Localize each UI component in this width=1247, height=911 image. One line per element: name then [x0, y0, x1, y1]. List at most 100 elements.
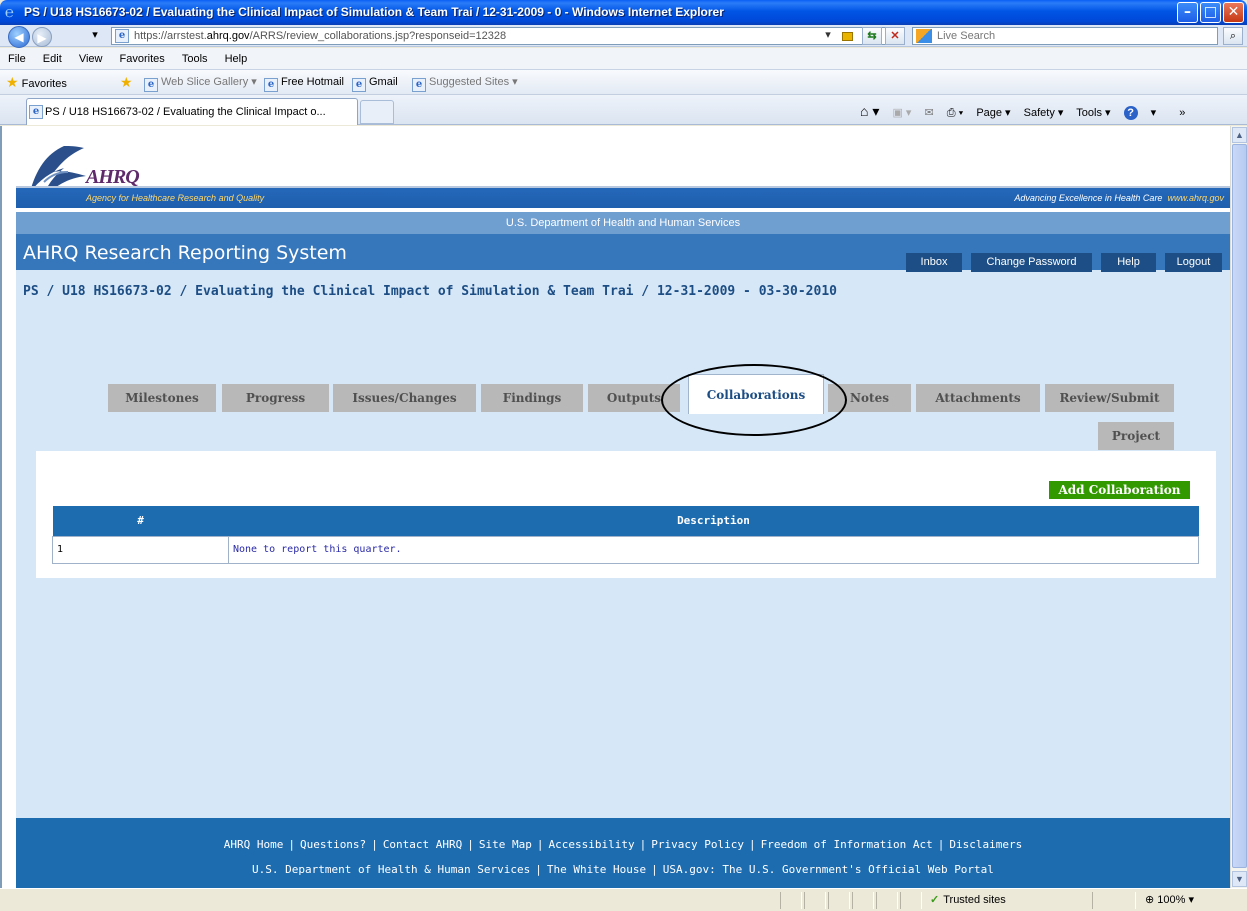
page-menu[interactable]: Page ▾	[976, 107, 1010, 119]
favorites-button[interactable]: ★ Favorites	[6, 75, 67, 91]
tab-review-submit[interactable]: Review/Submit	[1045, 384, 1174, 412]
footer-link-accessibility[interactable]: Accessibility	[549, 838, 635, 851]
address-bar[interactable]: e https://arrstest.ahrq.gov/ARRS/review_…	[111, 27, 901, 45]
protected-mode-icon[interactable]	[1092, 892, 1136, 909]
help-circle-icon: ?	[1123, 106, 1138, 120]
menu-tools[interactable]: Tools	[182, 48, 208, 70]
inbox-link[interactable]: Inbox	[906, 253, 962, 272]
help-link[interactable]: Help	[1101, 253, 1156, 272]
logout-link[interactable]: Logout	[1165, 253, 1222, 272]
menu-edit[interactable]: Edit	[43, 48, 62, 70]
fav-label: Suggested Sites ▾	[429, 76, 518, 88]
tab-findings[interactable]: Findings	[481, 384, 583, 412]
tools-menu[interactable]: Tools ▾	[1076, 107, 1110, 119]
security-zone[interactable]: ✓ Trusted sites	[930, 893, 1006, 906]
search-input[interactable]: Live Search	[912, 27, 1218, 45]
window-title-bar[interactable]: ℮ PS / U18 HS16673-02 / Evaluating the C…	[0, 0, 1247, 25]
vertical-scrollbar[interactable]: ▲ ▼	[1230, 126, 1247, 888]
menu-bar: File Edit View Favorites Tools Help	[0, 48, 1247, 70]
help-menu[interactable]: ? ▾	[1123, 106, 1167, 120]
favorites-label: Favorites	[21, 78, 67, 90]
tagline-text: Advancing Excellence in Health Care	[1014, 193, 1163, 203]
maximize-button[interactable]: □	[1200, 2, 1221, 23]
ie-icon: ℮	[5, 3, 15, 21]
footer-link-ahrq-home[interactable]: AHRQ Home	[224, 838, 284, 851]
browser-tab-row: e PS / U18 HS16673-02 / Evaluating the C…	[0, 95, 1247, 125]
security-zone-label: Trusted sites	[943, 894, 1006, 906]
fav-web-slice-gallery[interactable]: e Web Slice Gallery ▾	[144, 75, 257, 92]
tab-outputs[interactable]: Outputs	[588, 384, 680, 412]
tab-collaborations[interactable]: Collaborations	[688, 374, 824, 414]
menu-view[interactable]: View	[79, 48, 103, 70]
tab-notes[interactable]: Notes	[828, 384, 911, 412]
status-cell	[876, 892, 898, 909]
add-collaboration-button[interactable]: Add Collaboration	[1049, 481, 1190, 499]
footer-link-questions[interactable]: Questions?	[300, 838, 366, 851]
status-cell	[828, 892, 850, 909]
menu-help[interactable]: Help	[225, 48, 248, 70]
forward-button[interactable]: ▶	[32, 27, 52, 47]
home-icon[interactable]: ⌂ ▾	[860, 103, 879, 119]
lock-icon[interactable]	[838, 27, 856, 45]
address-dropdown-icon[interactable]: ▾	[820, 27, 836, 45]
safety-menu[interactable]: Safety ▾	[1024, 107, 1064, 119]
row-description-link[interactable]: None to report this quarter.	[228, 535, 1199, 564]
zoom-control[interactable]: ⊕ 100% ▾	[1145, 893, 1194, 906]
table-header-row: # Description	[52, 506, 1199, 536]
hhs-bar: U.S. Department of Health and Human Serv…	[16, 210, 1230, 234]
agency-name: Agency for Healthcare Research and Quali…	[86, 193, 265, 203]
fav-suggested-sites[interactable]: e Suggested Sites ▾	[412, 75, 518, 92]
scroll-up-arrow-icon[interactable]: ▲	[1232, 127, 1247, 143]
back-button[interactable]: ◀	[8, 26, 30, 48]
browser-tab[interactable]: e PS / U18 HS16673-02 / Evaluating the C…	[26, 98, 358, 125]
new-tab-button[interactable]	[360, 100, 394, 124]
help-dropdown: ▾	[1150, 107, 1157, 119]
footer-link-contact-ahrq[interactable]: Contact AHRQ	[383, 838, 462, 851]
scroll-thumb[interactable]	[1232, 144, 1247, 868]
table-row[interactable]: 1 None to report this quarter.	[52, 535, 1199, 564]
footer-link-privacy-policy[interactable]: Privacy Policy	[651, 838, 744, 851]
menu-file[interactable]: File	[8, 48, 26, 70]
tab-collaborations-label: Collaborations	[706, 388, 806, 402]
close-button[interactable]: ✕	[1223, 2, 1244, 23]
footer-link-white-house[interactable]: The White House	[547, 863, 646, 876]
ie-page-icon: e	[352, 78, 366, 92]
zoom-level: 100%	[1157, 894, 1186, 906]
mail-icon[interactable]: ✉	[924, 107, 933, 119]
footer-link-hhs[interactable]: U.S. Department of Health & Human Servic…	[252, 863, 530, 876]
menu-favorites[interactable]: Favorites	[120, 48, 165, 70]
status-cell	[852, 892, 874, 909]
refresh-icon[interactable]: ⇆	[862, 27, 882, 45]
fav-label: Web Slice Gallery ▾	[161, 76, 257, 88]
search-placeholder: Live Search	[937, 30, 996, 42]
more-tools-icon[interactable]: »	[1179, 107, 1185, 119]
print-icon[interactable]: ⎙ ▾	[947, 107, 963, 119]
fav-label: Free Hotmail	[281, 76, 344, 88]
change-password-link[interactable]: Change Password	[971, 253, 1092, 272]
url-path: /ARRS/review_collaborations.jsp?response…	[249, 30, 507, 42]
page-icon: e	[115, 29, 129, 43]
stop-icon[interactable]: ✕	[885, 27, 905, 45]
tab-milestones[interactable]: Milestones	[108, 384, 216, 412]
add-favorites-icon[interactable]: ★	[120, 75, 133, 91]
footer-link-disclaimers[interactable]: Disclaimers	[949, 838, 1022, 851]
tab-project[interactable]: Project	[1098, 422, 1174, 450]
tab-attachments[interactable]: Attachments	[916, 384, 1040, 412]
tab-issues-changes[interactable]: Issues/Changes	[333, 384, 476, 412]
recent-pages-dropdown[interactable]: ▾	[86, 27, 104, 45]
footer-link-foia[interactable]: Freedom of Information Act	[761, 838, 933, 851]
live-search-icon	[916, 29, 932, 43]
footer-link-usa-gov[interactable]: USA.gov: The U.S. Government's Official …	[663, 863, 994, 876]
search-icon[interactable]: ⌕	[1223, 27, 1243, 45]
column-header-number: #	[52, 506, 229, 536]
fav-gmail[interactable]: e Gmail	[352, 75, 398, 92]
tagline: Advancing Excellence in Health Care www.…	[1014, 193, 1224, 203]
fav-free-hotmail[interactable]: e Free Hotmail	[264, 75, 344, 92]
feeds-icon[interactable]: ▣ ▾	[892, 107, 911, 119]
ahrq-url-link[interactable]: www.ahrq.gov	[1167, 193, 1224, 203]
agency-bar: Agency for Healthcare Research and Quali…	[16, 186, 1230, 208]
scroll-down-arrow-icon[interactable]: ▼	[1232, 871, 1247, 887]
footer-link-site-map[interactable]: Site Map	[479, 838, 532, 851]
minimize-button[interactable]: –	[1177, 2, 1198, 23]
tab-progress[interactable]: Progress	[222, 384, 329, 412]
